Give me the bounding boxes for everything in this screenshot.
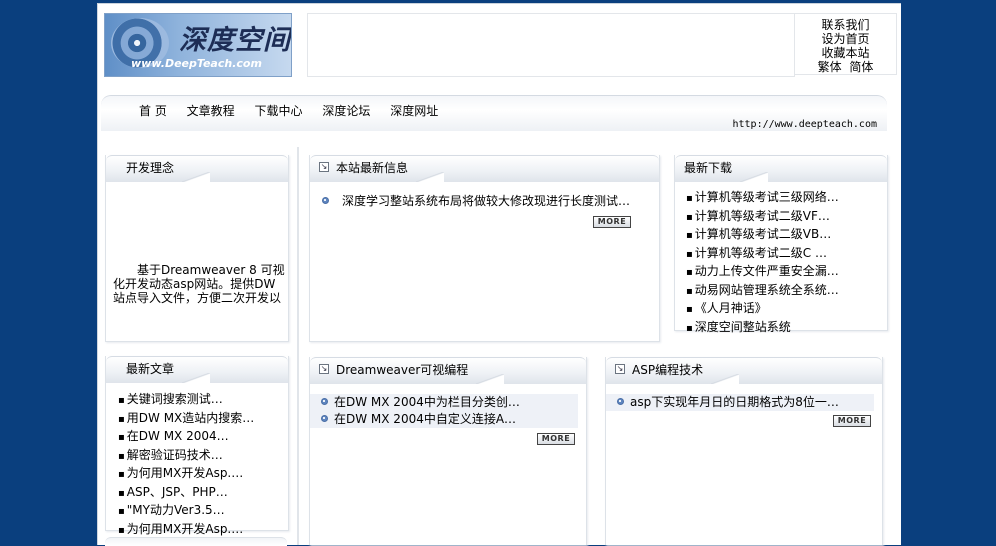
list-item[interactable]: 在DW MX 2004… (118, 428, 254, 447)
list-item[interactable]: 计算机等级考试二级C … (686, 245, 839, 264)
asp-more-button[interactable]: MORE (833, 415, 871, 427)
column-divider (297, 147, 299, 545)
list-item[interactable]: 在DW MX 2004中自定义连接A… (310, 411, 578, 428)
round-bullet-icon (321, 415, 328, 422)
round-bullet-icon (321, 398, 328, 405)
list-item[interactable]: ASP、JSP、PHP… (118, 484, 254, 503)
nav-links[interactable]: 深度网址 (390, 102, 438, 119)
asp-header: ↘ ASP编程技术 (606, 357, 882, 384)
round-bullet-icon (322, 197, 329, 204)
dw-body: 在DW MX 2004中为栏目分类创… 在DW MX 2004中自定义连接A… (310, 394, 578, 545)
list-item-label: asp下实现年月日的日期格式为8位一… (630, 395, 839, 409)
downloads-header: 最新下载 (675, 155, 887, 182)
dw-header: ↘ Dreamweaver可视编程 (310, 357, 586, 384)
list-item-label: 在DW MX 2004中为栏目分类创… (334, 395, 520, 409)
news-header: ↘ 本站最新信息 (310, 155, 659, 182)
news-item-label: 深度学习整站系统布局将做较大修改现进行长度测试… (342, 194, 631, 208)
downloads-panel: 最新下载 计算机等级考试三级网络… 计算机等级考试二级VF… 计算机等级考试二级… (674, 155, 888, 334)
logo-url: www.DeepTeach.com (131, 57, 262, 70)
dw-more-button[interactable]: MORE (537, 433, 575, 445)
top-links: 联系我们 设为首页 收藏本站 繁体 简体 (794, 13, 897, 75)
news-more-button[interactable]: MORE (593, 216, 631, 228)
list-item[interactable]: 在DW MX 2004中为栏目分类创… (310, 394, 578, 411)
simplified-link[interactable]: 简体 (849, 60, 873, 74)
list-item[interactable]: "MY动力Ver3.5… (118, 502, 254, 521)
list-item[interactable]: 计算机等级考试二级VB… (686, 226, 839, 245)
list-item[interactable]: 计算机等级考试三级网络… (686, 189, 839, 208)
news-item[interactable]: 深度学习整站系统布局将做较大修改现进行长度测试… (310, 193, 659, 210)
site-logo[interactable]: 深度空间 www.DeepTeach.com (104, 13, 292, 77)
latest-panel: 最新文章 关键词搜索测试… 用DW MX造站内搜索… 在DW MX 2004… … (105, 356, 289, 536)
list-item-label: 在DW MX 2004中自定义连接A… (334, 412, 517, 426)
arrow-icon: ↘ (615, 364, 625, 374)
latest-title: 最新文章 (106, 357, 211, 383)
list-item[interactable]: 动力上传文件严重安全漏… (686, 263, 839, 282)
latest-list: 关键词搜索测试… 用DW MX造站内搜索… 在DW MX 2004… 解密验证码… (118, 391, 255, 539)
asp-panel: ↘ ASP编程技术 asp下实现年月日的日期格式为8位一… MORE (605, 357, 883, 545)
news-title: 本站最新信息 (336, 161, 409, 175)
philosophy-text: 基于Dreamweaver 8 可视化开发动态asp网站。提供DW站点导入文件，… (113, 263, 285, 305)
bookmark-link[interactable]: 收藏本站 (821, 46, 869, 60)
list-item[interactable]: 解密验证码技术… (118, 447, 254, 466)
list-item[interactable]: 计算机等级考试二级VF… (686, 208, 839, 227)
downloads-list: 计算机等级考试三级网络… 计算机等级考试二级VF… 计算机等级考试二级VB… 计… (686, 189, 839, 337)
philosophy-title: 开发理念 (106, 156, 211, 182)
nav-downloads[interactable]: 下载中心 (255, 102, 303, 119)
top-line (98, 3, 901, 4)
set-homepage-link[interactable]: 设为首页 (821, 32, 869, 46)
banner-area (307, 13, 795, 77)
page-container: 深度空间 www.DeepTeach.com 联系我们 设为首页 收藏本站 繁体… (97, 3, 901, 546)
list-item[interactable]: 关键词搜索测试… (118, 391, 254, 410)
list-item[interactable]: 深度空间整站系统 (686, 319, 839, 338)
dw-panel: ↘ Dreamweaver可视编程 在DW MX 2004中为栏目分类创… 在D… (309, 357, 587, 545)
downloads-title: 最新下载 (675, 156, 769, 182)
nav-forum[interactable]: 深度论坛 (322, 102, 370, 119)
nav-articles[interactable]: 文章教程 (187, 102, 235, 119)
list-item[interactable]: 《人月神话》 (686, 300, 839, 319)
list-item[interactable]: 为何用MX开发Asp.… (118, 465, 254, 484)
arrow-icon: ↘ (319, 162, 329, 172)
round-bullet-icon (617, 398, 624, 405)
philosophy-header: 开发理念 (106, 155, 288, 182)
contact-us-link[interactable]: 联系我们 (821, 18, 869, 32)
news-panel: ↘ 本站最新信息 深度学习整站系统布局将做较大修改现进行长度测试… MORE (309, 155, 660, 342)
list-item[interactable]: 动易网站管理系统全系统… (686, 282, 839, 301)
list-item[interactable]: 用DW MX造站内搜索… (118, 410, 255, 429)
main-nav: 首 页 文章教程 下载中心 深度论坛 深度网址 http://www.deept… (101, 95, 887, 131)
latest-header: 最新文章 (106, 356, 288, 383)
traditional-link[interactable]: 繁体 (818, 60, 842, 74)
arrow-icon: ↘ (319, 364, 329, 374)
list-item[interactable]: asp下实现年月日的日期格式为8位一… (606, 394, 874, 411)
site-url: http://www.deepteach.com (732, 119, 878, 130)
logo-title: 深度空间 (179, 25, 291, 56)
dw-title: Dreamweaver可视编程 (336, 363, 469, 377)
asp-title: ASP编程技术 (632, 363, 704, 377)
nav-home[interactable]: 首 页 (139, 102, 167, 119)
philosophy-panel: 开发理念 基于Dreamweaver 8 可视化开发动态asp网站。提供DW站点… (105, 155, 289, 342)
